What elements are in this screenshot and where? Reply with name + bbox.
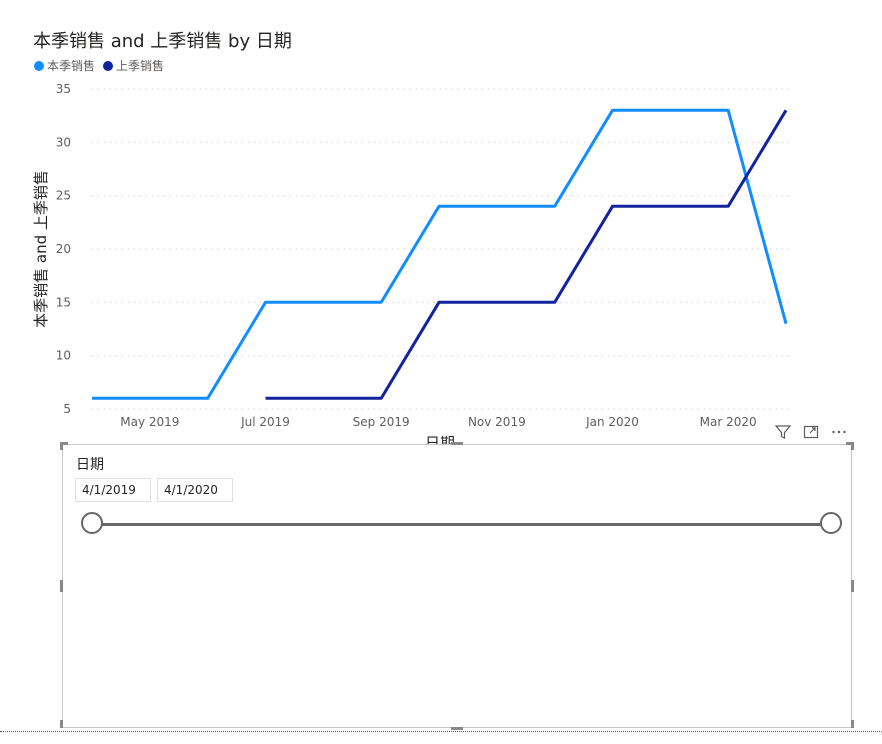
- series-lines: [92, 108, 788, 400]
- resize-handle-bottom-left[interactable]: [60, 720, 63, 728]
- x-tick-label: Mar 2020: [700, 415, 757, 429]
- resize-handle-top-mid[interactable]: [451, 442, 463, 445]
- y-tick-label: 15: [56, 295, 71, 309]
- x-tick-label: Sep 2019: [353, 415, 410, 429]
- series-line-previous[interactable]: [265, 109, 788, 400]
- resize-handle-bottom-mid[interactable]: [451, 727, 463, 730]
- x-tick-label: Jan 2020: [585, 415, 639, 429]
- canvas-boundary: [0, 731, 882, 732]
- slider-start-handle[interactable]: [81, 512, 103, 534]
- series-line-current[interactable]: [92, 108, 788, 400]
- y-tick-label: 20: [56, 242, 71, 256]
- x-tick-label: May 2019: [120, 415, 179, 429]
- resize-handle-top-right-v[interactable]: [851, 442, 854, 450]
- resize-handle-right-mid[interactable]: [851, 580, 854, 592]
- filter-icon[interactable]: [774, 423, 792, 441]
- more-options-icon[interactable]: [830, 423, 848, 441]
- x-tick-label: Nov 2019: [468, 415, 526, 429]
- slicer-title: 日期: [76, 457, 104, 473]
- slider-end-handle[interactable]: [820, 512, 842, 534]
- y-tick-label: 10: [56, 349, 71, 363]
- x-tick-label: Jul 2019: [240, 415, 290, 429]
- resize-handle-bottom-right[interactable]: [851, 720, 854, 728]
- x-axis: May 2019 Jul 2019 Sep 2019 Nov 2019 Jan 2020…: [120, 415, 756, 429]
- gridlines: [92, 88, 792, 410]
- end-date-input[interactable]: 4/1/2020: [157, 478, 233, 502]
- date-range-slicer[interactable]: 日期 4/1/2019 4/1/2020: [62, 444, 852, 728]
- start-date-input[interactable]: 4/1/2019: [75, 478, 151, 502]
- line-chart: 5 10 15 20 25 30 35 May 2019 Jul 2019 Sep 2019 No…: [32, 82, 792, 445]
- resize-handle-top-left-v[interactable]: [60, 442, 63, 450]
- y-tick-label: 25: [56, 189, 71, 203]
- y-axis-title: 本季销售 and 上季销售: [32, 170, 50, 328]
- y-tick-label: 30: [56, 135, 71, 149]
- slider-track[interactable]: [91, 523, 831, 526]
- focus-mode-icon[interactable]: [802, 423, 820, 441]
- visual-header-icons: [774, 423, 848, 441]
- y-axis: 5 10 15 20 25 30 35: [56, 82, 71, 416]
- y-tick-label: 5: [63, 402, 71, 416]
- resize-handle-left-mid[interactable]: [60, 580, 63, 592]
- y-tick-label: 35: [56, 82, 71, 96]
